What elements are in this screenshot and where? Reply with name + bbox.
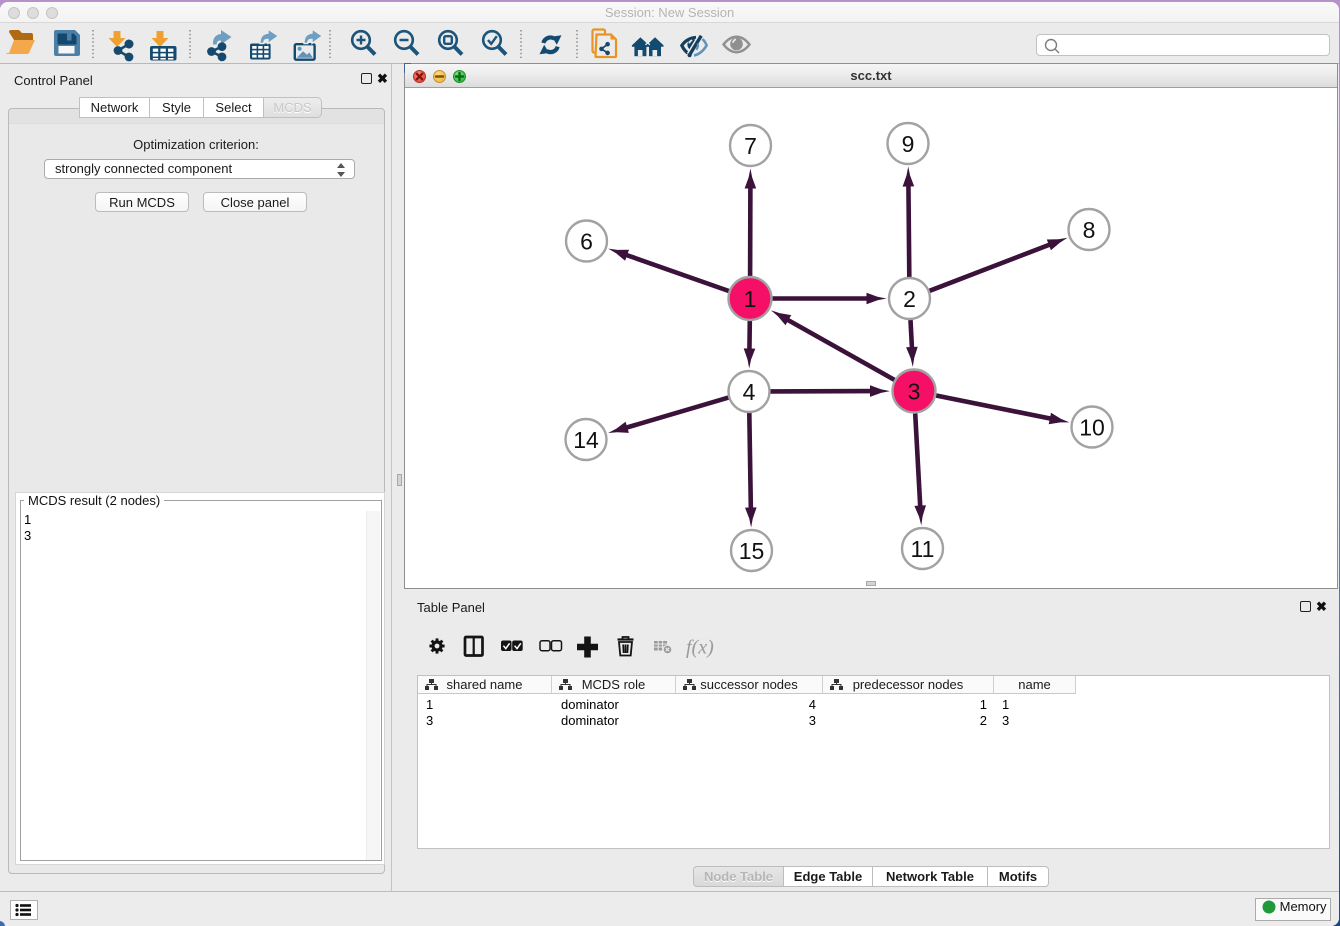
svg-text:15: 15 xyxy=(739,538,765,564)
svg-text:f(x): f(x) xyxy=(686,637,714,659)
svg-text:2: 2 xyxy=(903,286,916,312)
svg-text:1: 1 xyxy=(744,286,757,312)
svg-text:4: 4 xyxy=(743,379,756,405)
svg-text:6: 6 xyxy=(580,228,593,254)
svg-text:3: 3 xyxy=(908,378,921,404)
svg-text:9: 9 xyxy=(902,131,915,157)
svg-text:7: 7 xyxy=(744,133,757,159)
svg-text:11: 11 xyxy=(911,536,935,562)
svg-text:8: 8 xyxy=(1083,217,1096,243)
svg-text:10: 10 xyxy=(1079,414,1105,440)
svg-text:14: 14 xyxy=(573,427,599,453)
